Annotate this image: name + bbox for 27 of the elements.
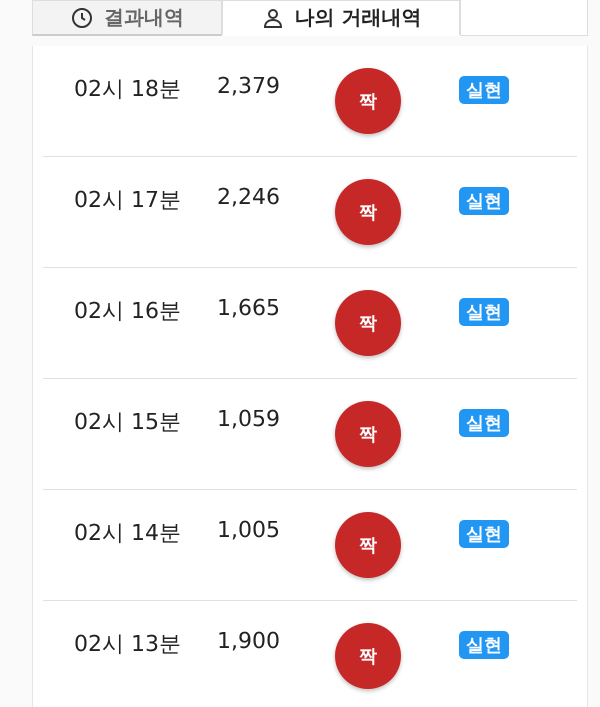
status-badge: 실현 (459, 520, 509, 548)
value-text: 1,005 (217, 517, 281, 545)
result-badge: 짝 (335, 290, 401, 356)
value-text: 2,246 (217, 184, 281, 212)
time-text: 02시 18분 (73, 76, 182, 104)
time-text: 02시 13분 (73, 631, 182, 659)
value-text: 2,379 (217, 73, 281, 101)
value-text: 1,059 (217, 406, 281, 434)
time-text: 02시 15분 (73, 409, 182, 437)
status-badge: 실현 (459, 409, 509, 437)
result-badge: 짝 (335, 179, 401, 245)
status-badge: 실현 (459, 298, 509, 326)
status-badge: 실현 (459, 187, 509, 215)
result-badge: 짝 (335, 623, 401, 689)
time-text: 02시 14분 (73, 520, 182, 548)
clock-icon (70, 6, 94, 30)
status-badge: 실현 (459, 631, 509, 659)
result-badge: 짝 (335, 68, 401, 134)
status-badge: 실현 (459, 76, 509, 104)
tab[interactable]: 결과내역 (32, 0, 222, 36)
value-text: 1,900 (217, 628, 281, 656)
value-text: 1,665 (217, 295, 281, 323)
tab[interactable]: 나의 거래내역 (222, 0, 460, 36)
time-text: 02시 17분 (73, 187, 182, 215)
result-badge: 짝 (335, 512, 401, 578)
result-badge: 짝 (335, 401, 401, 467)
time-text: 02시 16분 (73, 298, 182, 326)
